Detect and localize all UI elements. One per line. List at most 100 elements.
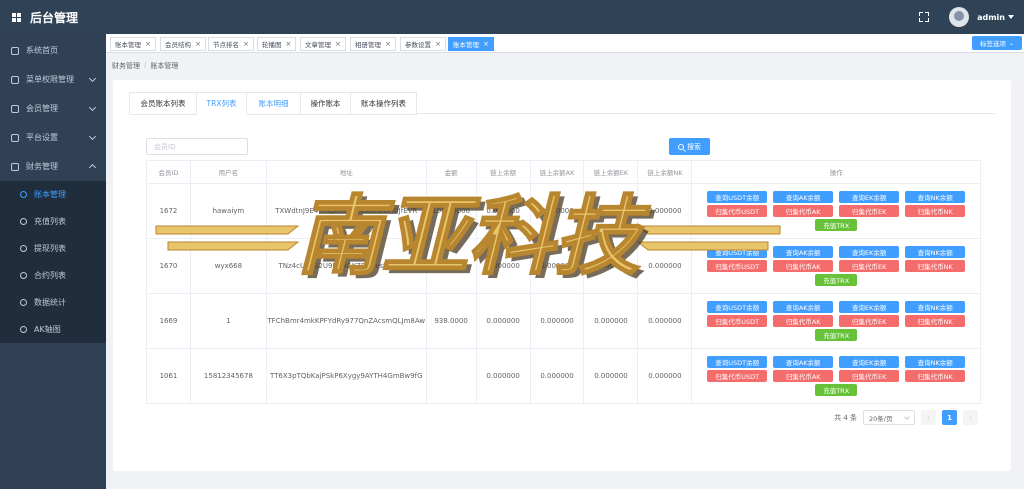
chevron-down-icon xyxy=(88,74,97,83)
fullscreen-icon[interactable] xyxy=(919,12,930,22)
prev-page-button[interactable]: ‹ xyxy=(921,410,936,425)
collect-ek-button[interactable]: 归集代币EK xyxy=(839,205,900,217)
breadcrumb-separator: / xyxy=(144,61,147,69)
page-number-button[interactable]: 1 xyxy=(942,410,957,425)
close-icon[interactable]: × xyxy=(385,40,391,48)
collect-ak-button[interactable]: 归集代币AK xyxy=(773,205,834,217)
query-nk-button[interactable]: 查询NK余额 xyxy=(905,191,966,203)
query-usdt-button[interactable]: 查询USDT余额 xyxy=(707,356,768,368)
tab-ledger-operation-list[interactable]: 账本操作列表 xyxy=(351,92,417,115)
tab-trx-list[interactable]: TRX列表 xyxy=(197,92,247,115)
cell-amount xyxy=(427,349,477,403)
sidebar-subitem-ak-chart[interactable]: AK轴图 xyxy=(0,316,106,343)
user-icon xyxy=(11,104,19,113)
table-row: 1670 wyx668 TNz4cUAkS2U9Pdw6XZRU1vsfHtbgr9… xyxy=(147,239,982,294)
avatar[interactable] xyxy=(949,7,970,27)
sidebar-subitem-statistics[interactable]: 数据统计 xyxy=(0,289,106,316)
query-nk-button[interactable]: 查询NK余额 xyxy=(905,301,966,313)
collect-usdt-button[interactable]: 归集代币USDT xyxy=(707,315,768,327)
tab-operate-ledger[interactable]: 操作账本 xyxy=(301,92,351,115)
sidebar-item-finance[interactable]: 财务管理 xyxy=(0,152,106,181)
collect-ak-button[interactable]: 归集代币AK xyxy=(773,370,834,382)
collect-nk-button[interactable]: 归集代币NK xyxy=(905,315,966,327)
cell-actions: 查询USDT余额 查询AK余额 查询EK余额 查询NK余额归集代币USDT 归集代币AK… xyxy=(692,349,982,403)
sidebar-subitem-label: 合约列表 xyxy=(34,271,66,280)
tab-member-ledger[interactable]: 会员账本列表 xyxy=(129,92,197,115)
query-ak-button[interactable]: 查询AK余额 xyxy=(773,246,834,258)
sidebar-subitem-ledger[interactable]: 账本管理 xyxy=(0,181,106,208)
cell-chain-balance-ek: 0.000000 xyxy=(584,294,639,348)
query-usdt-button[interactable]: 查询USDT余额 xyxy=(707,246,768,258)
circle-icon xyxy=(20,245,27,252)
close-icon[interactable]: × xyxy=(286,40,292,48)
collect-ak-button[interactable]: 归集代币AK xyxy=(773,260,834,272)
tag-ledger[interactable]: 账本管理 × xyxy=(110,37,156,51)
cell-chain-balance-nk: 0.000000 xyxy=(638,184,693,238)
recharge-trx-button[interactable]: 充值TRX xyxy=(815,384,858,396)
cell-member-id: 1061 xyxy=(147,349,191,403)
query-ak-button[interactable]: 查询AK余额 xyxy=(773,191,834,203)
query-ek-button[interactable]: 查询EK余额 xyxy=(839,356,900,368)
page-size-select[interactable]: 20条/页 xyxy=(863,410,915,425)
sidebar-subitem-recharge-list[interactable]: 充值列表 xyxy=(0,208,106,235)
query-usdt-button[interactable]: 查询USDT余额 xyxy=(707,191,768,203)
sidebar-item-members[interactable]: 会员管理 xyxy=(0,94,106,123)
collect-nk-button[interactable]: 归集代币NK xyxy=(905,370,966,382)
close-icon[interactable]: × xyxy=(243,40,249,48)
user-menu[interactable]: admin xyxy=(977,13,1014,22)
collect-ak-button[interactable]: 归集代币AK xyxy=(773,315,834,327)
query-ak-button[interactable]: 查询AK余额 xyxy=(773,301,834,313)
close-icon[interactable]: × xyxy=(195,40,201,48)
member-id-input[interactable] xyxy=(146,138,248,155)
tag-member-structure[interactable]: 会员结构 × xyxy=(160,37,206,51)
query-ak-button[interactable]: 查询AK余额 xyxy=(773,356,834,368)
close-icon[interactable]: × xyxy=(335,40,341,48)
next-page-button[interactable]: › xyxy=(963,410,978,425)
tag-label: 轮播图 xyxy=(262,41,282,49)
query-ek-button[interactable]: 查询EK余额 xyxy=(839,246,900,258)
close-icon[interactable]: × xyxy=(483,40,489,48)
query-usdt-button[interactable]: 查询USDT余额 xyxy=(707,301,768,313)
collect-usdt-button[interactable]: 归集代币USDT xyxy=(707,370,768,382)
sidebar-subitem-withdraw-list[interactable]: 提现列表 xyxy=(0,235,106,262)
collect-nk-button[interactable]: 归集代币NK xyxy=(905,205,966,217)
grid-icon xyxy=(12,12,21,22)
tag-albums[interactable]: 相册管理 × xyxy=(350,37,396,51)
close-icon[interactable]: × xyxy=(435,40,441,48)
collect-ek-button[interactable]: 归集代币EK xyxy=(839,260,900,272)
sidebar-subitem-contract-list[interactable]: 合约列表 xyxy=(0,262,106,289)
query-ek-button[interactable]: 查询EK余额 xyxy=(839,191,900,203)
query-ek-button[interactable]: 查询EK余额 xyxy=(839,301,900,313)
breadcrumb-item[interactable]: 财务管理 xyxy=(112,61,140,71)
close-icon[interactable]: × xyxy=(145,40,151,48)
tag-ledger-active[interactable]: 账本管理 × xyxy=(448,37,494,51)
collect-usdt-button[interactable]: 归集代币USDT xyxy=(707,260,768,272)
collect-ek-button[interactable]: 归集代币EK xyxy=(839,315,900,327)
cell-chain-balance: 0.000000 xyxy=(477,294,531,348)
recharge-trx-button[interactable]: 充值TRX xyxy=(815,329,858,341)
sidebar-item-platform-settings[interactable]: 平台设置 xyxy=(0,123,106,152)
sidebar-item-home[interactable]: 系统首页 xyxy=(0,36,106,65)
tag-node-ranking[interactable]: 节点排名 × xyxy=(208,37,254,51)
app-logo[interactable]: 后台管理 xyxy=(0,0,106,34)
query-nk-button[interactable]: 查询NK余额 xyxy=(905,356,966,368)
pagination: 共 4 条 20条/页 ‹ 1 › xyxy=(834,410,978,425)
tag-label: 账本管理 xyxy=(115,41,141,49)
collect-nk-button[interactable]: 归集代币NK xyxy=(905,260,966,272)
tag-carousel[interactable]: 轮播图 × xyxy=(257,37,297,51)
tag-label: 参数设置 xyxy=(405,41,431,49)
tag-params[interactable]: 参数设置 × xyxy=(400,37,446,51)
tag-articles[interactable]: 文章管理 × xyxy=(300,37,346,51)
tag-options-button[interactable]: 标签选项 ⌄ xyxy=(972,36,1022,50)
query-nk-button[interactable]: 查询NK余额 xyxy=(905,246,966,258)
sidebar-item-menu-permissions[interactable]: 菜单权限管理 xyxy=(0,65,106,94)
cell-member-id: 1669 xyxy=(147,294,191,348)
collect-ek-button[interactable]: 归集代币EK xyxy=(839,370,900,382)
tab-ledger-detail[interactable]: 账本明细 xyxy=(247,92,301,115)
recharge-trx-button[interactable]: 充值TRX xyxy=(815,274,858,286)
sidebar-subitem-label: 账本管理 xyxy=(34,190,66,199)
circle-icon xyxy=(20,191,27,198)
recharge-trx-button[interactable]: 充值TRX xyxy=(815,219,858,231)
search-button[interactable]: 搜索 xyxy=(669,138,710,155)
collect-usdt-button[interactable]: 归集代币USDT xyxy=(707,205,768,217)
